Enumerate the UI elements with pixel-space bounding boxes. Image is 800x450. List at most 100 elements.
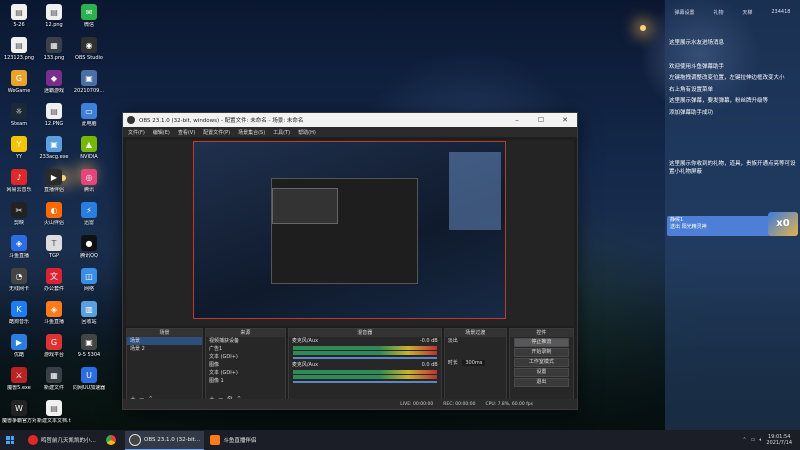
desktop-icon[interactable]: ● 腾讯QQ <box>72 233 106 269</box>
maximize-button[interactable]: ☐ <box>529 116 553 124</box>
source-item[interactable]: 视频捕获设备 <box>206 337 285 345</box>
taskbar-item-label: 鸣哲前几天凯凯的小… <box>41 438 97 444</box>
taskbar-item[interactable]: 斗鱼直播伴侣 <box>206 431 260 449</box>
menu-scene-collection[interactable]: 场景集合(S) <box>238 129 265 136</box>
close-button[interactable]: ✕ <box>553 116 577 124</box>
desktop-icon[interactable]: ◫ 网络 <box>72 266 106 302</box>
taskbar-item[interactable]: 鸣哲前几天凯凯的小… <box>24 431 100 449</box>
tab-room-id[interactable]: 234418 <box>771 9 790 15</box>
minimize-button[interactable]: – <box>505 116 529 124</box>
menu-file[interactable]: 文件(F) <box>128 129 145 136</box>
transition-select[interactable]: 淡出 <box>445 337 506 345</box>
desktop-icon-glyph: ▥ <box>81 301 97 317</box>
duration-input[interactable]: 300ms <box>462 360 486 366</box>
desktop-icon[interactable]: ▣ 20210709... <box>72 68 106 104</box>
obs-window[interactable]: OBS 23.1.0 (32-bit, windows) - 配置文件: 未命名… <box>122 112 578 410</box>
exit-button[interactable]: 退出 <box>513 378 569 387</box>
desktop-icon[interactable]: ⚔ 魔兽5.exe <box>2 365 36 401</box>
desktop-icon[interactable]: ♪ 网易云音乐 <box>2 167 36 203</box>
desktop-icon-label: 微信 <box>83 22 94 28</box>
desktop-icon[interactable]: ▤ 12.png <box>37 2 71 38</box>
desktop-icon[interactable]: ▶ 优酷 <box>2 332 36 368</box>
source-item[interactable]: 图像 1 <box>206 377 285 385</box>
desktop-icon[interactable]: ▶ 直播伴侣 <box>37 167 71 203</box>
tab-ladder[interactable]: 天梯 <box>742 9 752 16</box>
danmaku-panel[interactable]: 弹幕设置 礼物 天梯 234418 这里展示水友进场消息 欢迎使用斗鱼弹幕助手 … <box>665 0 800 430</box>
start-recording-button[interactable]: 开始录制 <box>513 348 569 357</box>
desktop-icon-glyph: ▤ <box>11 37 27 53</box>
desktop-icon[interactable]: ▦ 133.png <box>37 35 71 71</box>
desktop-icon[interactable]: G 游戏平台 <box>37 332 71 368</box>
menu-profile[interactable]: 配置文件(P) <box>203 129 230 136</box>
desktop-icon-glyph: ▭ <box>81 103 97 119</box>
stop-streaming-button[interactable]: 停止推流 <box>513 338 569 347</box>
taskbar-item[interactable]: OBS 23.1.0 (32-bit… <box>125 430 205 450</box>
duration-label: 时长 <box>447 360 458 366</box>
desktop-icon[interactable]: ▥ 回收站 <box>72 299 106 335</box>
source-item[interactable]: 文本 (GDI+) <box>206 353 285 361</box>
desktop-icon[interactable]: U 同网UU加速器 <box>72 365 106 401</box>
panel-line: 添加弹幕助手成功 <box>669 109 714 116</box>
desktop-icon[interactable]: ◎ 腾讯 <box>72 167 106 203</box>
desktop-icon-glyph: ◉ <box>81 37 97 53</box>
scenes-dock: 场景 场景 场景 2 +−⌃⌄ <box>126 328 203 406</box>
preview-area[interactable] <box>126 140 574 326</box>
desktop-icon-label: 此电脑 <box>81 121 97 127</box>
settings-button[interactable]: 设置 <box>513 368 569 377</box>
network-icon[interactable]: ▭ <box>751 437 756 443</box>
desktop-icon[interactable]: ▤ 5-26 <box>2 2 36 38</box>
desktop-icon[interactable]: ▦ 新建文件 <box>37 365 71 401</box>
desktop-icon[interactable]: ◐ 火山伴侣 <box>37 200 71 236</box>
desktop-icon[interactable]: ✂ 剪映 <box>2 200 36 236</box>
taskbar-item-label: OBS 23.1.0 (32-bit… <box>144 436 201 443</box>
desktop-icon[interactable]: ▤ 123123.png <box>2 35 36 71</box>
desktop-icon[interactable]: ◆ 迷霸游戏 <box>37 68 71 104</box>
desktop-icon[interactable]: ▭ 此电脑 <box>72 101 106 137</box>
volume-icon[interactable]: 🔈︎ <box>759 437 762 443</box>
menu-tools[interactable]: 工具(T) <box>273 129 290 136</box>
menu-help[interactable]: 帮助(H) <box>298 129 316 136</box>
nested-obs-preview-inner <box>272 188 338 224</box>
desktop-icon[interactable]: ◈ 斗鱼直播 <box>2 233 36 269</box>
desktop-icon[interactable]: G WeGame <box>2 68 36 104</box>
source-item[interactable]: 文本 (GDI+) <box>206 369 285 377</box>
desktop-icon[interactable]: K 酷狗音乐 <box>2 299 36 335</box>
source-item[interactable]: 广告1 <box>206 345 285 353</box>
studio-mode-button[interactable]: 工作室模式 <box>513 358 569 367</box>
desktop-icon[interactable]: ▲ NVIDIA <box>72 134 106 170</box>
desktop-icon[interactable]: T TGP <box>37 233 71 269</box>
clock[interactable]: 19:01:54 2021/7/14 <box>766 434 792 446</box>
taskbar-item[interactable] <box>102 431 123 449</box>
preview-canvas[interactable] <box>193 141 506 319</box>
desktop-icon[interactable]: ▣ 233acg.exe <box>37 134 71 170</box>
gift-action: 送出 <box>670 224 681 230</box>
desktop-icon-glyph: ▤ <box>46 103 62 119</box>
desktop-icon[interactable]: ▣ 9-5 5304 <box>72 332 106 368</box>
desktop-icon[interactable]: ▤ 12.PNG <box>37 101 71 137</box>
desktop-icon[interactable]: 文办公套件 <box>37 266 71 302</box>
obs-title: OBS 23.1.0 (32-bit, windows) - 配置文件: 未命名… <box>139 118 304 124</box>
audio-meter <box>292 346 437 350</box>
volume-slider[interactable] <box>292 381 437 383</box>
scene-item[interactable]: 场景 <box>127 337 202 345</box>
desktop-icon[interactable]: ◉ OBS Studio <box>72 35 106 71</box>
desktop-icon[interactable]: ☼ Steam <box>2 101 36 137</box>
desktop-icon[interactable]: Y YY <box>2 134 36 170</box>
desktop-icon[interactable]: ◈ 斗鱼直播 <box>37 299 71 335</box>
desktop-icon[interactable]: W 魔兽争霸官方对战平台 <box>2 398 36 434</box>
menu-edit[interactable]: 编辑(E) <box>153 129 170 136</box>
desktop-icon[interactable]: ⚡ 迅雷 <box>72 200 106 236</box>
tab-danmaku-settings[interactable]: 弹幕设置 <box>674 9 694 16</box>
volume-slider[interactable] <box>292 357 437 359</box>
scene-item[interactable]: 场景 2 <box>127 345 202 353</box>
tab-gifts[interactable]: 礼物 <box>713 9 723 16</box>
desktop-icon[interactable]: ▤ 新建文本文档.txt <box>37 398 71 434</box>
menu-view[interactable]: 查看(V) <box>178 129 195 136</box>
desktop-icon-label: 迷霸游戏 <box>43 88 64 94</box>
source-item[interactable]: 图像 <box>206 361 285 369</box>
desktop-icon[interactable]: ◔ 无线网卡 <box>2 266 36 302</box>
tray-chevron-icon[interactable]: ⌃ <box>742 437 746 443</box>
obs-title-bar[interactable]: OBS 23.1.0 (32-bit, windows) - 配置文件: 未命名… <box>123 113 577 127</box>
desktop-icon[interactable]: ✉ 微信 <box>72 2 106 38</box>
start-button[interactable] <box>0 430 20 450</box>
